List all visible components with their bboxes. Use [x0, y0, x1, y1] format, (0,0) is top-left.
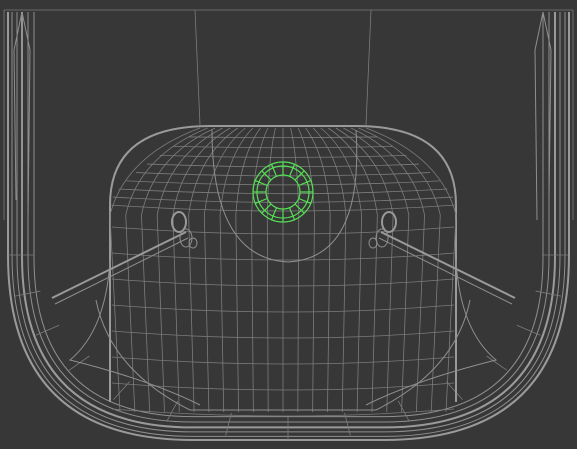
ring-segment [270, 207, 278, 220]
dome-meridian [328, 127, 378, 413]
shell-rib [486, 355, 508, 371]
shell-contour [7, 12, 570, 441]
dome-meridian [235, 127, 261, 413]
shell-rib [516, 324, 541, 336]
dome-meridian [125, 127, 208, 413]
outer-shell [7, 12, 570, 441]
frame-border [3, 9, 574, 220]
right-rod [378, 231, 516, 305]
3d-viewport[interactable] [0, 0, 577, 449]
ring-segment [288, 207, 296, 220]
ring-segment [288, 164, 296, 177]
dome-meridian [320, 127, 363, 413]
shell-contour [11, 12, 566, 437]
left-rod [51, 231, 189, 305]
dome-meridian [251, 127, 269, 413]
dome-meridian [203, 127, 246, 413]
shell-rib [535, 290, 562, 297]
ring-segment [255, 197, 268, 205]
inner-arch [211, 129, 358, 263]
dome-meridian [305, 127, 331, 413]
dome-meridian [188, 127, 238, 413]
shell-rib [446, 381, 463, 400]
shell-rib [397, 400, 410, 422]
shell-rib [35, 324, 60, 336]
wireframe-scene[interactable] [0, 0, 577, 449]
left-bolt [171, 211, 198, 249]
dome-meridian [358, 127, 441, 413]
ring-segment [270, 164, 278, 177]
dome-meridian [297, 127, 315, 413]
shell-rib [166, 400, 179, 422]
